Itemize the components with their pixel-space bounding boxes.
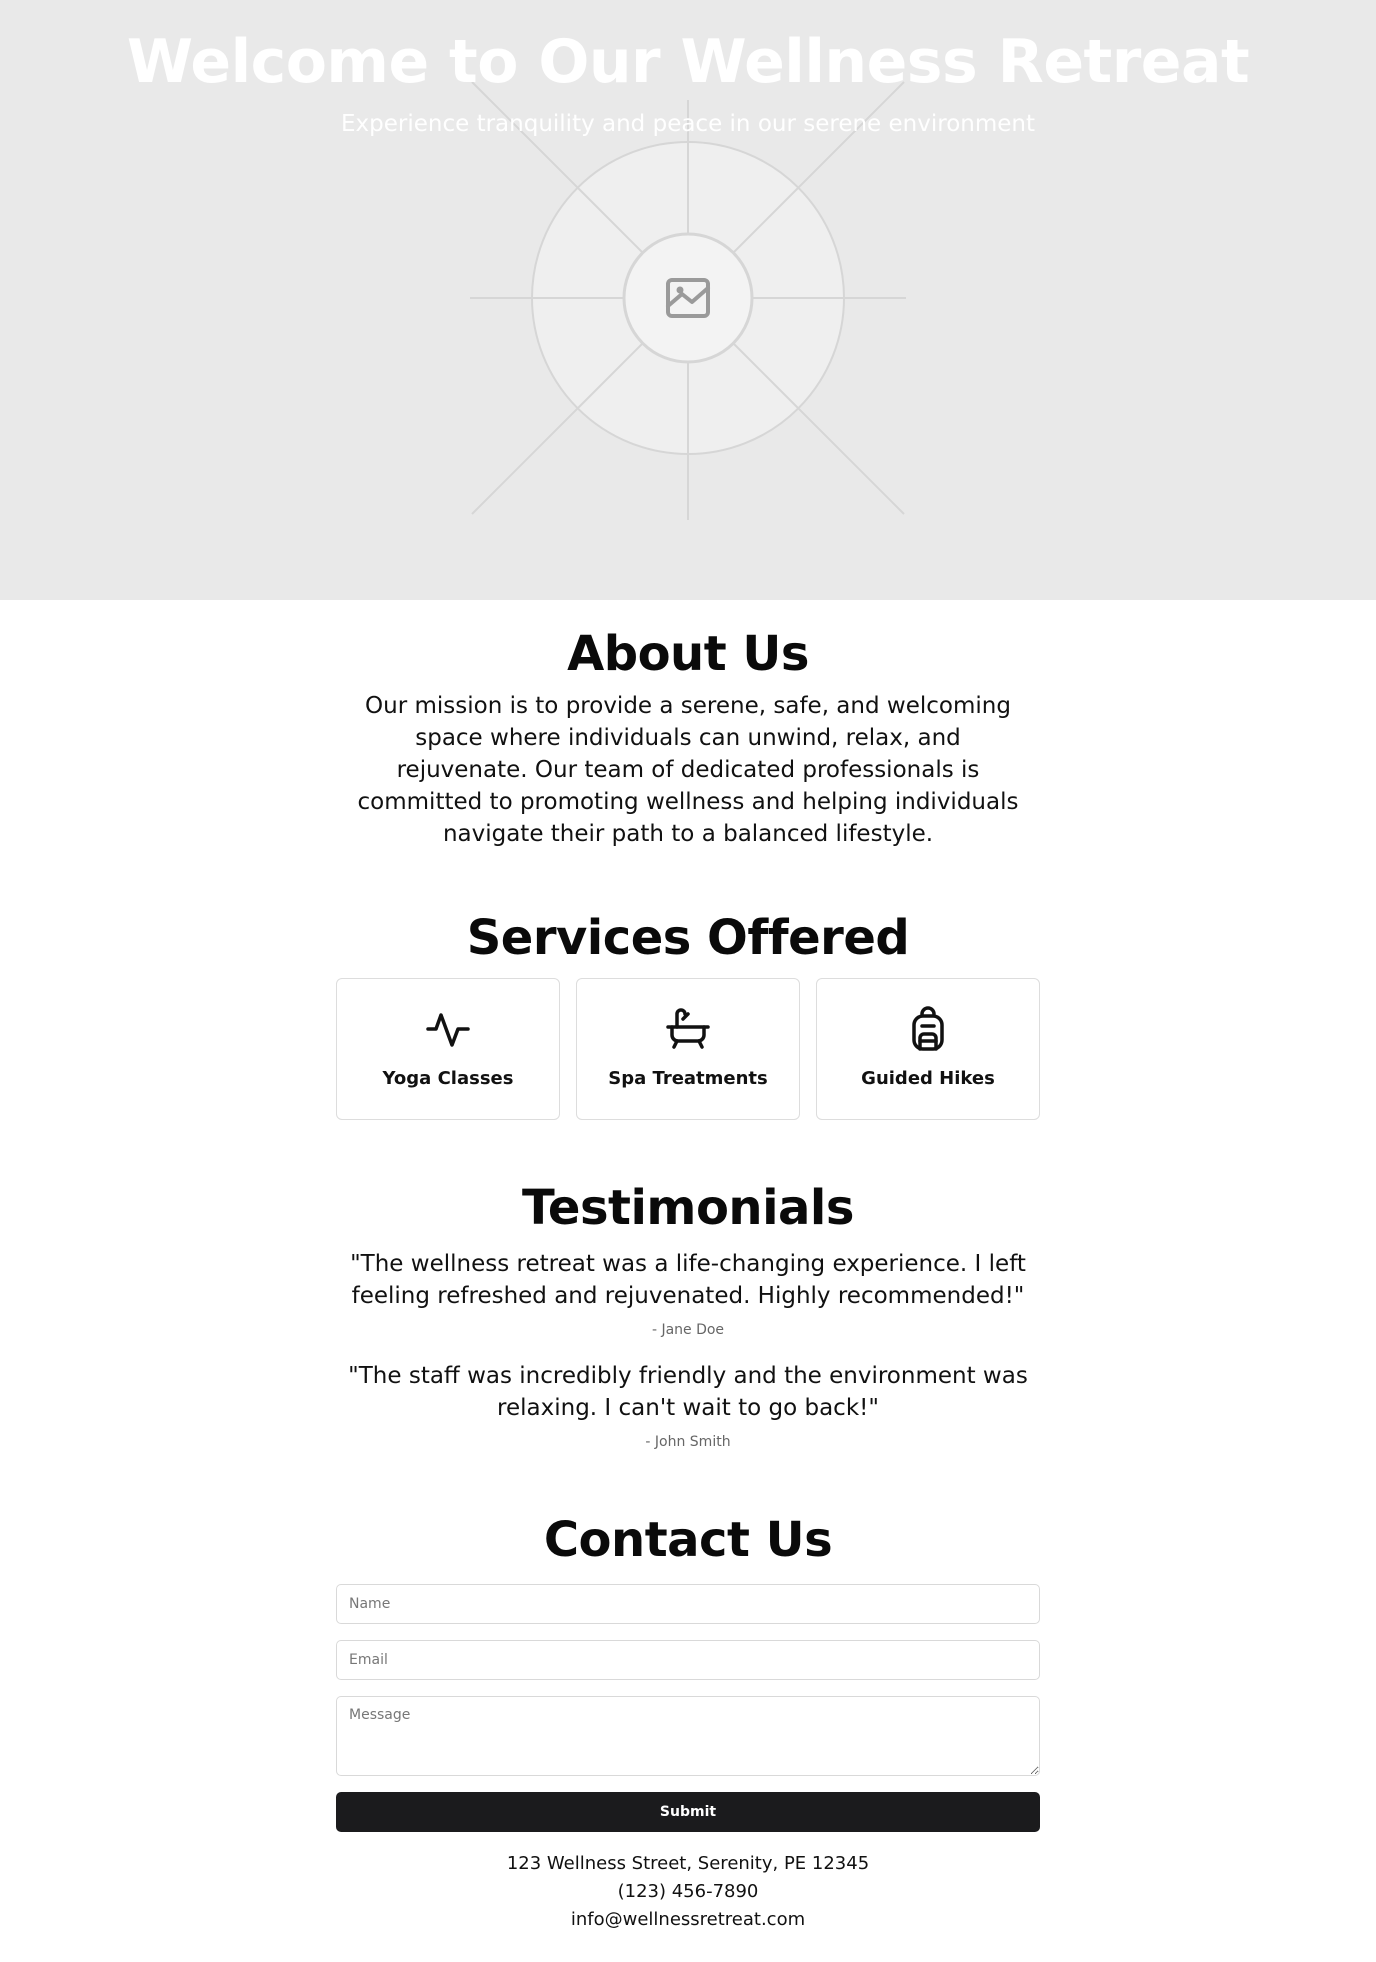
service-list: Yoga Classes Spa Treatments Guided Hikes (336, 978, 1040, 1120)
service-card-hikes[interactable]: Guided Hikes (816, 978, 1040, 1120)
about-text: Our mission is to provide a serene, safe… (357, 693, 1019, 847)
service-label: Yoga Classes (382, 1068, 514, 1089)
hero-title: Welcome to Our Wellness Retreat (126, 27, 1250, 97)
about-title: About Us (567, 626, 809, 682)
contact-address: 123 Wellness Street, Serenity, PE 12345 (506, 1853, 870, 1874)
email-field[interactable] (336, 1640, 1040, 1680)
testimonials-title: Testimonials (522, 1180, 854, 1236)
contact-form: Submit (336, 1584, 1040, 1832)
hero-section: Welcome to Our Wellness Retreat Experien… (0, 0, 1376, 600)
service-label: Spa Treatments (608, 1068, 768, 1089)
activity-icon (426, 1013, 470, 1047)
testimonial-author: - Jane Doe (651, 1322, 725, 1338)
testimonial-author: - John Smith (645, 1434, 731, 1450)
contact-title: Contact Us (543, 1512, 833, 1568)
main-content: About Us Our mission is to provide a ser… (336, 600, 1040, 1934)
services-section: Services Offered Yoga Classes Spa Treatm… (336, 850, 1040, 1120)
testimonial: "The wellness retreat was a life-changin… (336, 1248, 1040, 1340)
service-card-spa[interactable]: Spa Treatments (576, 978, 800, 1120)
contact-info: 123 Wellness Street, Serenity, PE 12345 … (336, 1850, 1040, 1934)
testimonials-section: Testimonials "The wellness retreat was a… (336, 1120, 1040, 1452)
message-field[interactable] (336, 1696, 1040, 1776)
testimonial-quote: "The staff was incredibly friendly and t… (348, 1363, 1028, 1421)
contact-phone: (123) 456-7890 (617, 1881, 759, 1902)
contact-section: Contact Us Submit 123 Wellness Street, S… (336, 1452, 1040, 1934)
testimonial: "The staff was incredibly friendly and t… (336, 1360, 1040, 1452)
submit-button[interactable]: Submit (336, 1792, 1040, 1832)
bath-icon (666, 1008, 710, 1049)
testimonial-quote: "The wellness retreat was a life-changin… (350, 1251, 1026, 1309)
hero-subtitle: Experience tranquility and peace in our … (341, 111, 1035, 137)
services-title: Services Offered (466, 910, 910, 966)
service-card-yoga[interactable]: Yoga Classes (336, 978, 560, 1120)
about-section: About Us Our mission is to provide a ser… (336, 600, 1040, 850)
contact-email: info@wellnessretreat.com (570, 1909, 806, 1930)
backpack-icon (912, 1006, 944, 1051)
name-field[interactable] (336, 1584, 1040, 1624)
service-label: Guided Hikes (861, 1068, 995, 1089)
